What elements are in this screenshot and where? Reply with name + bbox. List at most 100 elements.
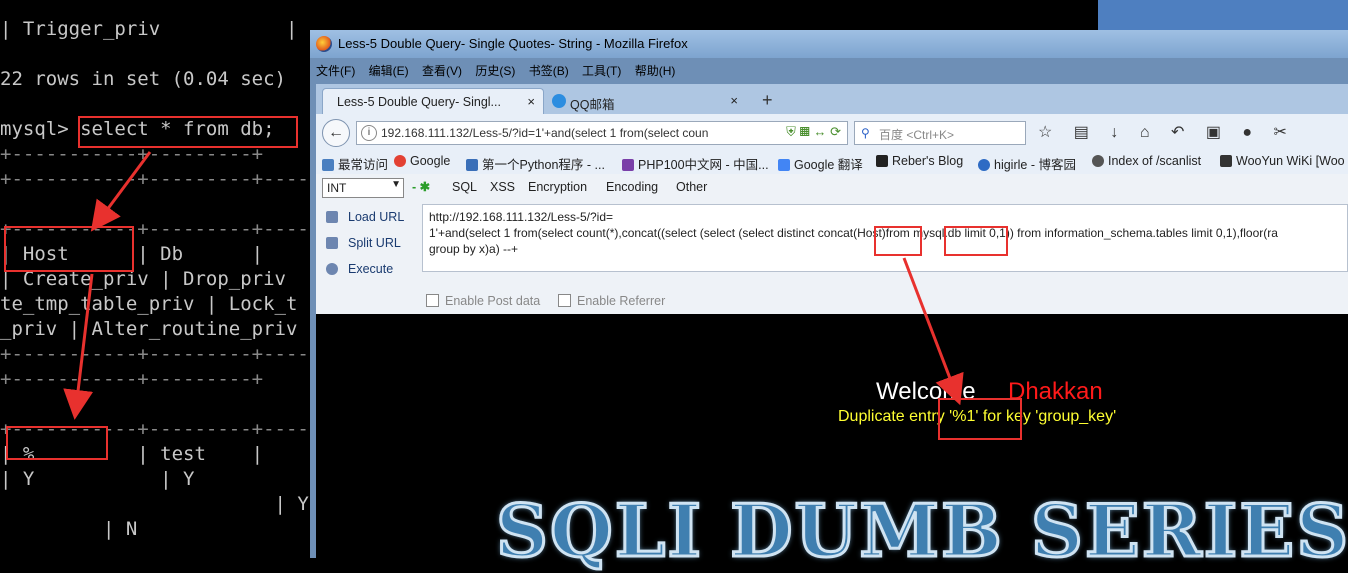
tab-qqmail[interactable]: QQ邮箱 ×	[546, 88, 746, 114]
url-bar[interactable]: i 192.168.111.132/Less-5/?id=1'+and(sele…	[356, 121, 848, 145]
menu-edit[interactable]: 编辑(E)	[369, 64, 409, 78]
bookmark-item[interactable]: 第一个Python程序 - ...	[466, 154, 605, 173]
google-icon	[394, 155, 406, 167]
menu-history[interactable]: 历史(S)	[475, 64, 515, 78]
bookmark-label: Google 翻译	[794, 158, 863, 172]
tab-close-icon[interactable]: ×	[527, 94, 535, 109]
error-value-highlight-box	[938, 398, 1022, 440]
terminal-line: +-----------+---------+----------+------…	[0, 343, 310, 365]
window-titlebar[interactable]: Less-5 Double Query- Single Quotes- Stri…	[310, 30, 1348, 58]
tab-label: QQ邮箱	[570, 98, 615, 112]
mysql-terminal[interactable]: | Trigger_priv | enum('N','Y') | NO | | …	[0, 0, 310, 558]
bookmarks-bar: 最常访问 Google 第一个Python程序 - ... PHP100中文网 …	[316, 148, 1348, 174]
bookmark-item[interactable]: PHP100中文网 - 中国...	[622, 154, 769, 173]
menu-file[interactable]: 文件(F)	[316, 64, 355, 78]
terminal-line: | Y | Y	[0, 468, 195, 490]
desktop-background	[1098, 0, 1348, 30]
navigation-bar: ← i 192.168.111.132/Less-5/?id=1'+and(se…	[316, 114, 1348, 148]
site-info-icon[interactable]: i	[361, 125, 377, 141]
translate-icon	[778, 159, 790, 171]
tab-strip: Less-5 Double Query- Singl... × QQ邮箱 × +	[316, 84, 1348, 115]
hackbar-menu-encryption[interactable]: Encryption	[528, 180, 587, 194]
split-icon	[326, 237, 338, 249]
tab-less5[interactable]: Less-5 Double Query- Singl... ×	[322, 88, 544, 115]
terminal-line: te_tmp_table_priv | Lock_t	[0, 293, 298, 315]
tab-close-icon[interactable]: ×	[730, 93, 738, 108]
menu-tools[interactable]: 工具(T)	[582, 64, 621, 78]
browser-chrome: Less-5 Double Query- Singl... × QQ邮箱 × +…	[316, 84, 1348, 573]
load-icon	[326, 211, 338, 223]
reading-list-icon[interactable]: ▤	[1074, 124, 1089, 141]
bookmark-item[interactable]: Index of /scanlist	[1092, 154, 1201, 168]
hackbar-menu-other[interactable]: Other	[676, 180, 707, 194]
qqmail-favicon-icon	[552, 94, 566, 108]
hackbar-menu-xss[interactable]: XSS	[490, 180, 515, 194]
home-icon[interactable]: ⌂	[1140, 124, 1150, 141]
bookmark-label: 第一个Python程序 - ...	[482, 158, 605, 172]
bookmark-item[interactable]: Reber's Blog	[876, 154, 963, 168]
action-label: Load URL	[348, 210, 405, 224]
host-header-highlight-box	[4, 226, 134, 272]
bookmark-item[interactable]: Google 翻译	[778, 154, 863, 173]
hackbar-type-select[interactable]: INT ▼	[322, 178, 404, 198]
download-icon[interactable]: ↓	[1110, 124, 1118, 141]
search-icon: ⚲	[861, 126, 870, 140]
terminal-line: | Trigger_priv | enum('N','Y') | NO | | …	[0, 18, 310, 40]
checkbox-icon	[426, 294, 439, 307]
hackbar-toolbar: INT ▼ - ✱ SQL XSS Encryption Encoding Oth…	[316, 174, 1348, 202]
shield-icon[interactable]: ⛨ ▦ ↔ ⟳	[786, 124, 841, 140]
search-placeholder: 百度 <Ctrl+K>	[879, 128, 955, 142]
star-icon[interactable]: ☆	[1038, 124, 1052, 141]
terminal-line: +-----------+---------+	[0, 368, 264, 390]
terminal-line: _priv | Alter_routine_priv	[0, 318, 298, 340]
query-highlight-box	[78, 116, 298, 148]
mysql-db-highlight-box	[944, 226, 1008, 256]
play-icon	[326, 263, 338, 275]
url-text: 192.168.111.132/Less-5/?id=1'+and(select…	[381, 126, 709, 140]
bookmark-item[interactable]: Google	[394, 154, 450, 168]
crop-icon[interactable]: ✂	[1274, 124, 1287, 141]
bookmark-item[interactable]: WooYun WiKi [Woo	[1220, 154, 1345, 168]
execute-button[interactable]: Execute	[326, 262, 393, 276]
bookmark-label: higirle - 博客园	[994, 158, 1076, 172]
bookmark-label: WooYun WiKi [Woo	[1236, 154, 1345, 168]
gear-icon	[322, 159, 334, 171]
sqli-dumb-series-logo: SQLI DUMB SERIES	[494, 487, 1348, 573]
menu-bookmarks[interactable]: 书签(B)	[529, 64, 569, 78]
hackbar-panel: Load URL Split URL Execute http://192.16…	[316, 202, 1348, 314]
menu-help[interactable]: 帮助(H)	[635, 64, 676, 78]
enable-referrer-checkbox[interactable]: Enable Referrer	[558, 294, 665, 308]
back-button[interactable]: ←	[322, 119, 350, 147]
bookmark-item[interactable]: higirle - 博客园	[978, 154, 1076, 173]
terminal-line: | Y	[0, 493, 309, 515]
window-title: Less-5 Double Query- Single Quotes- Stri…	[338, 36, 688, 51]
chevron-down-icon: ▼	[391, 179, 401, 190]
new-tab-button[interactable]: +	[762, 90, 773, 111]
hackbar-menu-encoding[interactable]: Encoding	[606, 180, 658, 194]
checkbox-label: Enable Post data	[445, 294, 541, 308]
globe-icon	[1092, 155, 1104, 167]
rocket-icon	[466, 159, 478, 171]
bookmark-item[interactable]: 最常访问	[322, 154, 388, 173]
terminal-line: | N	[0, 518, 138, 540]
php-icon	[622, 159, 634, 171]
bookmark-label: PHP100中文网 - 中国...	[638, 158, 769, 172]
dhakkan-text: Dhakkan	[1008, 378, 1103, 405]
undo-icon[interactable]: ↶	[1171, 124, 1184, 141]
enable-post-checkbox[interactable]: Enable Post data	[426, 294, 540, 308]
search-input[interactable]: ⚲ 百度 <Ctrl+K>	[854, 121, 1026, 145]
action-label: Execute	[348, 262, 394, 276]
select-value: INT	[327, 181, 347, 195]
bookmark-label: Google	[410, 154, 451, 168]
chat-icon[interactable]: ●	[1242, 124, 1252, 141]
hackbar-menu-sql[interactable]: SQL	[452, 180, 477, 194]
blog-icon	[876, 155, 888, 167]
screenshot-icon[interactable]: ▣	[1206, 124, 1221, 141]
split-url-button[interactable]: Split URL	[326, 236, 401, 250]
menu-view[interactable]: 查看(V)	[422, 64, 462, 78]
bookmark-label: Reber's Blog	[892, 154, 964, 168]
terminal-line: +-----------+---------+----------+	[0, 168, 310, 190]
load-url-button[interactable]: Load URL	[326, 210, 404, 224]
firefox-window: Less-5 Double Query- Single Quotes- Stri…	[310, 30, 1348, 573]
plus-minus-icon[interactable]: - ✱	[412, 179, 430, 194]
